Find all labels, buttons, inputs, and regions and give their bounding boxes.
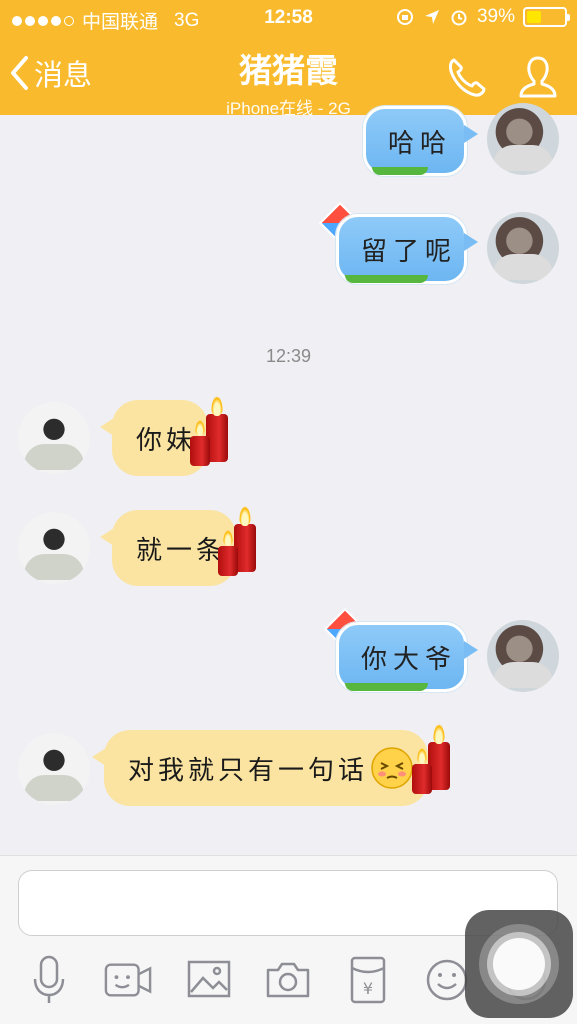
call-button[interactable] [444, 54, 490, 105]
image-button[interactable] [185, 952, 233, 1008]
rotation-lock-icon [396, 9, 413, 25]
message-text: 你妹 [136, 425, 197, 456]
message-bubble[interactable]: 对我就只有一句话 [92, 730, 428, 806]
message-text: 对我就只有一句话 [128, 755, 369, 786]
my-avatar[interactable] [487, 212, 559, 284]
candle-icon [190, 396, 230, 466]
profile-button[interactable] [518, 54, 558, 105]
contact-avatar[interactable] [18, 733, 90, 805]
chat-title-area: 猪猪霞 iPhone在线 - 2G [0, 44, 577, 119]
assistive-touch-button[interactable] [465, 910, 573, 1018]
message-text: 哈哈 [388, 128, 453, 159]
status-bar: 中国联通 3G 12:58 39% [0, 0, 577, 38]
video-call-button[interactable] [104, 952, 152, 1008]
image-icon [187, 960, 231, 998]
contact-avatar[interactable] [18, 512, 90, 584]
message-text: 留了呢 [361, 236, 458, 267]
my-avatar[interactable] [487, 620, 559, 692]
location-icon [424, 10, 439, 24]
red-packet-button[interactable]: ¥ [344, 952, 392, 1008]
red-packet-icon: ¥ [350, 956, 386, 1004]
message-bubble[interactable]: 留了呢 [336, 214, 478, 284]
person-icon [519, 56, 557, 98]
message-text: 就一条 [136, 535, 227, 566]
svg-text:¥: ¥ [363, 979, 373, 998]
message-timestamp: 12:39 [265, 346, 312, 366]
candle-icon [218, 506, 258, 576]
contact-avatar[interactable] [18, 402, 90, 474]
contact-name: 猪猪霞 [239, 52, 338, 89]
phone-icon [449, 58, 486, 97]
message-text: 你大爷 [361, 644, 458, 675]
battery-percent: 39% [476, 6, 515, 27]
camera-button[interactable] [264, 952, 312, 1008]
contact-status: iPhone在线 - 2G [226, 99, 351, 118]
voice-button[interactable] [25, 952, 73, 1008]
camera-icon [266, 962, 310, 998]
alarm-icon [451, 10, 467, 26]
candle-icon [412, 724, 452, 794]
microphone-icon [33, 955, 65, 1003]
emoji-icon [426, 959, 468, 1001]
my-avatar[interactable] [487, 103, 559, 175]
message-bubble[interactable]: 你大爷 [336, 622, 478, 692]
embarrassed-emoji-icon [371, 747, 413, 789]
message-bubble[interactable]: 哈哈 [363, 106, 478, 176]
emoji-button[interactable] [423, 952, 471, 1008]
top-bar: 中国联通 3G 12:58 39% 消息 猪猪霞 iPhone在线 - 2G [0, 0, 577, 118]
battery-icon [523, 7, 570, 27]
video-call-icon [104, 963, 152, 997]
